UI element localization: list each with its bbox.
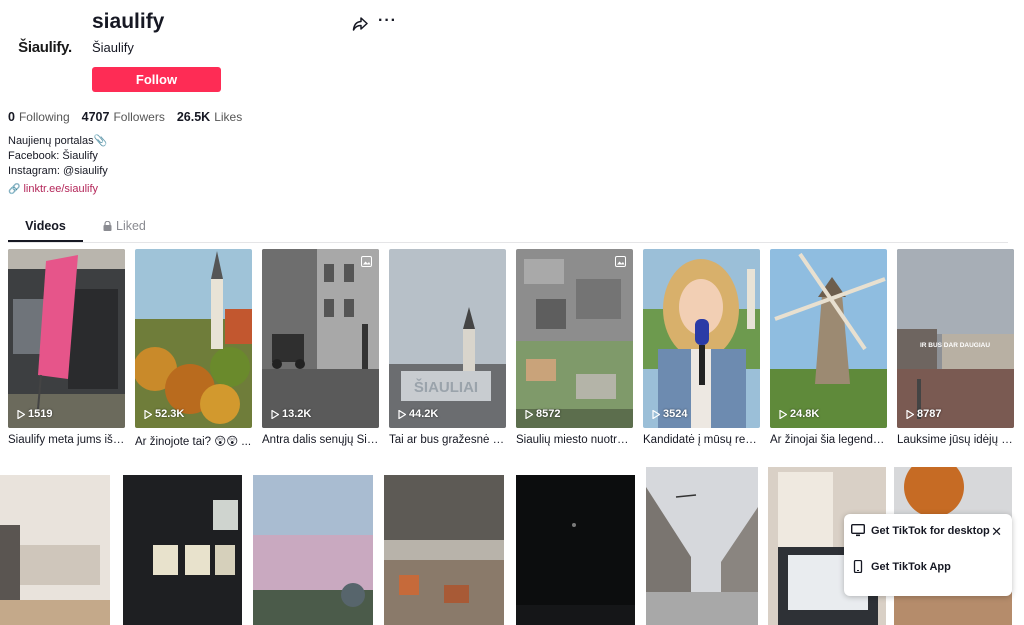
profile-tabs: Videos Liked xyxy=(8,214,1008,243)
followers-count: 4707 xyxy=(81,110,110,124)
nickname: Šiaulify xyxy=(92,40,134,55)
photo-icon xyxy=(615,256,626,267)
video-thumbnail[interactable] xyxy=(646,467,758,625)
profile-header: Šiaulify. siaulify Šiaulify Follow ··· xyxy=(8,8,1008,98)
following-count: 0 xyxy=(8,110,15,124)
video-thumbnail: 8572 xyxy=(516,249,633,428)
tab-videos[interactable]: Videos xyxy=(8,219,83,233)
video-thumbnail: 52.3K xyxy=(135,249,252,428)
lock-icon xyxy=(103,221,112,231)
video-caption: Antra dalis senųjų Šiau... xyxy=(262,434,379,446)
video-caption: Ar žinojote tai? 😲😲 ... xyxy=(135,436,252,448)
follow-button[interactable]: Follow xyxy=(92,67,221,92)
profile-stats: 0 Following 4707 Followers 26.5K Likes xyxy=(8,110,242,124)
thumbnail-overlay-text: IR BUS DAR DAUGIAU xyxy=(920,342,990,349)
video-card[interactable]: IR BUS DAR DAUGIAU 8787 Lauksime jūsų id… xyxy=(897,249,1014,446)
more-icon[interactable]: ··· xyxy=(378,12,397,30)
following-label: Following xyxy=(18,110,70,124)
play-icon xyxy=(779,409,787,419)
video-thumbnail[interactable] xyxy=(123,475,242,625)
play-icon xyxy=(271,409,279,419)
bio: Naujienų portalas📎 Facebook: Šiaulify In… xyxy=(8,134,108,179)
video-card[interactable]: 52.3K Ar žinojote tai? 😲😲 ... xyxy=(135,249,252,448)
video-thumbnail: 13.2K xyxy=(262,249,379,428)
following-stat[interactable]: 0 Following xyxy=(8,110,70,124)
view-count: 24.8K xyxy=(779,408,819,420)
phone-icon xyxy=(853,560,863,573)
active-tab-indicator xyxy=(8,240,83,242)
video-thumbnail: ŠIAULIAI 44.2K xyxy=(389,249,506,428)
video-caption: Lauksime jūsų idėjų ko... xyxy=(897,434,1014,446)
tab-liked[interactable]: Liked xyxy=(103,219,146,233)
play-icon xyxy=(906,409,914,419)
video-caption: Tai ar bus gražesnė nei... xyxy=(389,434,506,446)
play-icon xyxy=(398,409,406,419)
likes-stat: 26.5K Likes xyxy=(177,110,242,124)
close-icon[interactable]: ✕ xyxy=(991,524,1002,540)
bio-line: Naujienų portalas📎 xyxy=(8,135,108,147)
bio-link[interactable]: 🔗 linktr.ee/siaulify xyxy=(8,183,98,195)
followers-label: Followers xyxy=(113,110,165,124)
play-icon xyxy=(652,409,660,419)
tab-liked-label: Liked xyxy=(116,219,146,233)
video-thumbnail: 1519 xyxy=(8,249,125,428)
bio-line: Facebook: Šiaulify xyxy=(8,150,98,162)
video-caption: Kandidatė į mūsų repo... xyxy=(643,434,760,446)
get-desktop-button[interactable]: Get TikTok for desktop xyxy=(851,524,990,537)
video-thumbnail: 3524 xyxy=(643,249,760,428)
username: siaulify xyxy=(92,10,165,33)
video-thumbnail[interactable] xyxy=(516,475,635,625)
view-count: 8787 xyxy=(906,408,941,420)
video-card[interactable]: 24.8K Ar žinojai šia legendą?... xyxy=(770,249,887,446)
likes-label: Likes xyxy=(214,110,243,124)
view-count: 3524 xyxy=(652,408,687,420)
video-card[interactable]: 1519 Šiaulify meta jums iššū... xyxy=(8,249,125,446)
get-app-button[interactable]: Get TikTok App xyxy=(851,560,951,573)
get-desktop-label: Get TikTok for desktop xyxy=(871,524,990,537)
video-thumbnail: 24.8K xyxy=(770,249,887,428)
play-icon xyxy=(17,409,25,419)
video-card[interactable]: ŠIAULIAI 44.2K Tai ar bus gražesnė nei..… xyxy=(389,249,506,446)
view-count: 13.2K xyxy=(271,408,311,420)
play-icon xyxy=(525,409,533,419)
video-thumbnail: IR BUS DAR DAUGIAU 8787 xyxy=(897,249,1014,428)
photo-icon xyxy=(361,256,372,267)
bio-link-text: linktr.ee/siaulify xyxy=(23,183,99,195)
thumbnail-sign-text: ŠIAULIAI xyxy=(414,378,478,396)
video-thumbnail[interactable] xyxy=(0,475,110,625)
view-count: 8572 xyxy=(525,408,560,420)
avatar[interactable]: Šiaulify. xyxy=(8,28,82,66)
video-caption: Šiaulių miesto nuotrau... xyxy=(516,434,633,446)
followers-stat[interactable]: 4707 Followers xyxy=(82,110,165,124)
video-card[interactable]: 3524 Kandidatė į mūsų repo... xyxy=(643,249,760,446)
video-card[interactable]: 8572 Šiaulių miesto nuotrau... xyxy=(516,249,633,446)
view-count: 1519 xyxy=(17,408,52,420)
play-icon xyxy=(144,409,152,419)
video-thumbnail[interactable] xyxy=(253,475,373,625)
avatar-logo-text: Šiaulify. xyxy=(18,38,72,56)
video-thumbnail[interactable] xyxy=(384,475,504,625)
monitor-icon xyxy=(851,524,865,537)
bio-line: Instagram: @siaulify xyxy=(8,165,108,177)
share-icon[interactable] xyxy=(352,16,368,32)
get-app-popup: Get TikTok for desktop ✕ Get TikTok App xyxy=(844,514,1012,596)
likes-count: 26.5K xyxy=(176,110,211,124)
get-app-label: Get TikTok App xyxy=(871,560,951,573)
view-count: 52.3K xyxy=(144,408,184,420)
video-caption: Šiaulify meta jums iššū... xyxy=(8,434,125,446)
video-card[interactable]: 13.2K Antra dalis senųjų Šiau... xyxy=(262,249,379,446)
view-count: 44.2K xyxy=(398,408,438,420)
link-icon: 🔗 xyxy=(8,183,21,195)
video-caption: Ar žinojai šia legendą?... xyxy=(770,434,887,446)
